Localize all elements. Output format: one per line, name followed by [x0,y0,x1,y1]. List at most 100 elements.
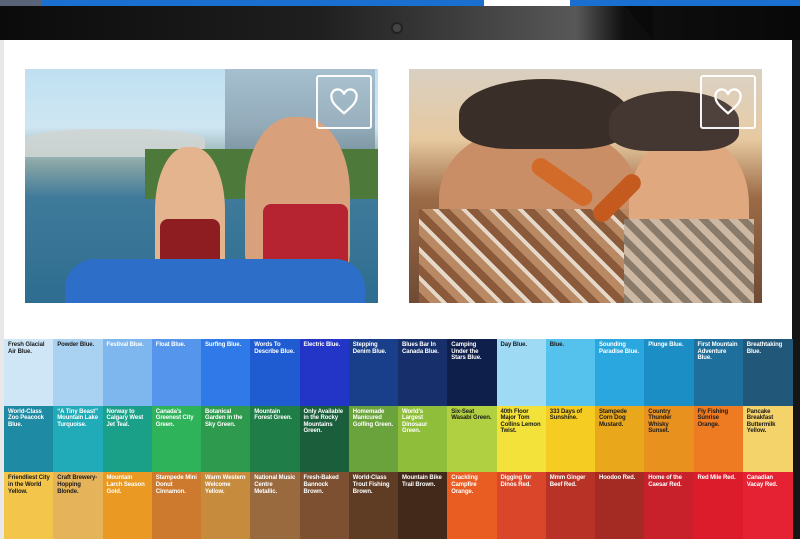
color-swatch[interactable]: 333 Days of Sunshine. [545,405,596,473]
swatch-label: Home of the Caesar Red. [648,475,682,488]
swatch-label: Warm Western Welcome Yellow. [205,475,246,495]
color-swatch-grid: Fresh Glacial Air Blue. Powder Blue. Festi… [4,339,793,539]
color-swatch[interactable]: Powder Blue. [53,339,104,406]
swatch-label: Fresh-Baked Bannock Brown. [303,475,339,495]
swatch-label: First Mountain Adventure Blue. [697,342,738,362]
color-swatch[interactable]: Words To Describe Blue. [250,339,301,406]
color-swatch[interactable]: Craft Brewery-Hopping Blonde. [53,472,104,539]
color-swatch[interactable]: Mountain Larch Season Gold. [102,472,153,539]
swatch-label: Mountain Bike Trail Brown. [402,475,442,488]
swatch-label: Float Blue. [155,342,186,348]
photo-kayaking[interactable] [25,69,378,303]
color-swatch[interactable]: Warm Western Welcome Yellow. [201,472,251,539]
color-swatch[interactable]: Day Blue. [496,339,547,406]
color-swatch[interactable]: Stepping Denim Blue. [348,339,399,406]
swatch-label: Blue. [549,342,564,348]
color-swatch[interactable]: Crackling Campfire Orange. [447,472,498,539]
color-swatch[interactable]: Norway to Calgary West Jet Teal. [102,405,153,473]
swatch-label: Stepping Denim Blue. [352,342,387,355]
swatch-label: 333 Days of Sunshine. [549,408,583,422]
color-swatch[interactable]: National Music Centre Metallic. [250,472,301,539]
swatch-label: Friendliest City in the World Yellow. [8,475,50,495]
color-swatch[interactable]: 40th Floor Major Tom Collins Lemon Twist… [496,405,547,473]
color-swatch[interactable]: World-Class Trout Fishing Brown. [348,472,399,539]
swatch-label: Red Mile Red. [697,475,736,482]
color-swatch[interactable]: Breathtaking Blue. [742,339,793,406]
swatch-label: Camping Under the Stars Blue. [451,342,482,362]
swatch-label: Surfing Blue. [205,342,242,348]
swatch-label: Day Blue. [500,342,528,348]
color-swatch[interactable]: Fresh Glacial Air Blue. [4,339,54,406]
color-swatch[interactable]: Only Available in the Rocky Mountains Gr… [299,405,350,473]
bezel-corner [625,6,653,40]
heart-outline-icon [714,88,742,115]
color-swatch[interactable]: Hoodoo Red. [595,472,645,539]
cowboy-hat-man [459,79,629,149]
swatch-label: World-Class Trout Fishing Brown. [352,475,390,495]
swatch-label: Craft Brewery-Hopping Blonde. [57,475,98,495]
swatch-label: Powder Blue. [57,342,95,348]
swatch-label: World-Class Zoo Peacock Blue. [8,408,44,428]
swatch-label: Blues Bar In Canada Blue. [402,342,439,355]
color-swatch[interactable]: Botanical Garden in the Sky Green. [201,405,251,473]
color-swatch[interactable]: Fly Fishing Sunrise Orange. [693,405,744,473]
color-swatch[interactable]: Mmm Ginger Beef Red. [545,472,596,539]
photo-corndogs[interactable] [409,69,762,303]
right-edge [792,40,800,539]
color-swatch[interactable]: Country Thunder Whisky Sunset. [644,405,695,473]
color-swatch[interactable]: Canadian Vacay Red. [742,472,793,539]
swatch-label: Fly Fishing Sunrise Orange. [697,408,729,428]
color-swatch[interactable]: Camping Under the Stars Blue. [447,339,498,406]
color-swatch[interactable]: Six-Seat Wasabi Green. [447,405,498,473]
swatch-label: Sounding Paradise Blue. [599,342,639,355]
swatch-label: 40th Floor Major Tom Collins Lemon Twist… [500,408,541,435]
color-swatch[interactable]: Digging for Dinos Red. [496,472,547,539]
swatch-label: Stampede Mini Donut Cinnamon. [155,475,197,495]
swatch-label: Canadian Vacay Red. [746,475,778,488]
color-swatch[interactable]: Blue. [545,339,596,406]
swatch-label: Mountain Larch Season Gold. [106,475,145,495]
color-swatch[interactable]: Home of the Caesar Red. [644,472,695,539]
swatch-label: “A Tiny Beast” Mountain Lake Turquoise. [57,408,98,428]
plaid-shirt-man [419,209,649,303]
swatch-label: Breathtaking Blue. [746,342,783,355]
color-swatch[interactable]: Stampede Mini Donut Cinnamon. [151,472,202,539]
swatch-label: Fresh Glacial Air Blue. [8,342,45,355]
swatch-label: Canada’s Greenest City Green. [155,408,194,428]
color-swatch[interactable]: World-Class Zoo Peacock Blue. [4,405,54,473]
swatch-label: Pancake Breakfast Buttermilk Yellow. [746,408,776,435]
color-swatch[interactable]: Canada’s Greenest City Green. [151,405,202,473]
color-swatch[interactable]: Electric Blue. [299,339,350,406]
swatch-label: Hoodoo Red. [599,475,636,482]
color-swatch[interactable]: Red Mile Red. [693,472,744,539]
color-swatch[interactable]: Mountain Forest Green. [250,405,301,473]
color-swatch[interactable]: Fresh-Baked Bannock Brown. [299,472,350,539]
swatch-label: Stampede Corn Dog Mustard. [599,408,627,428]
swatch-label: Festival Blue. [106,342,144,348]
swatch-label: Plunge Blue. [648,342,684,348]
color-swatch[interactable]: Friendliest City in the World Yellow. [4,472,54,539]
color-swatch[interactable]: Mountain Bike Trail Brown. [398,472,448,539]
swatch-label: Only Available in the Rocky Mountains Gr… [303,408,344,435]
color-swatch[interactable]: “A Tiny Beast” Mountain Lake Turquoise. [53,405,104,473]
favorite-button[interactable] [700,75,756,129]
favorite-button[interactable] [316,75,372,129]
color-swatch[interactable]: Festival Blue. [102,339,153,406]
color-swatch[interactable]: Float Blue. [151,339,202,406]
color-swatch[interactable]: Plunge Blue. [644,339,695,406]
color-swatch[interactable]: Pancake Breakfast Buttermilk Yellow. [742,405,793,473]
swatch-label: Six-Seat Wasabi Green. [451,408,492,422]
swatch-label: Mountain Forest Green. [254,408,292,422]
swatch-label: Digging for Dinos Red. [500,475,532,488]
camera-icon [393,24,401,32]
color-swatch[interactable]: Surfing Blue. [201,339,251,406]
color-swatch[interactable]: Stampede Corn Dog Mustard. [595,405,645,473]
swatch-label: National Music Centre Metallic. [254,475,296,495]
color-swatch[interactable]: Blues Bar In Canada Blue. [398,339,448,406]
color-swatch[interactable]: World’s Largest Dinosaur Green. [398,405,448,473]
color-swatch[interactable]: Sounding Paradise Blue. [595,339,645,406]
color-swatch[interactable]: Homemade Manicured Golfing Green. [348,405,399,473]
swatch-label: Homemade Manicured Golfing Green. [352,408,394,428]
color-swatch[interactable]: First Mountain Adventure Blue. [693,339,744,406]
swatch-label: Electric Blue. [303,342,341,348]
